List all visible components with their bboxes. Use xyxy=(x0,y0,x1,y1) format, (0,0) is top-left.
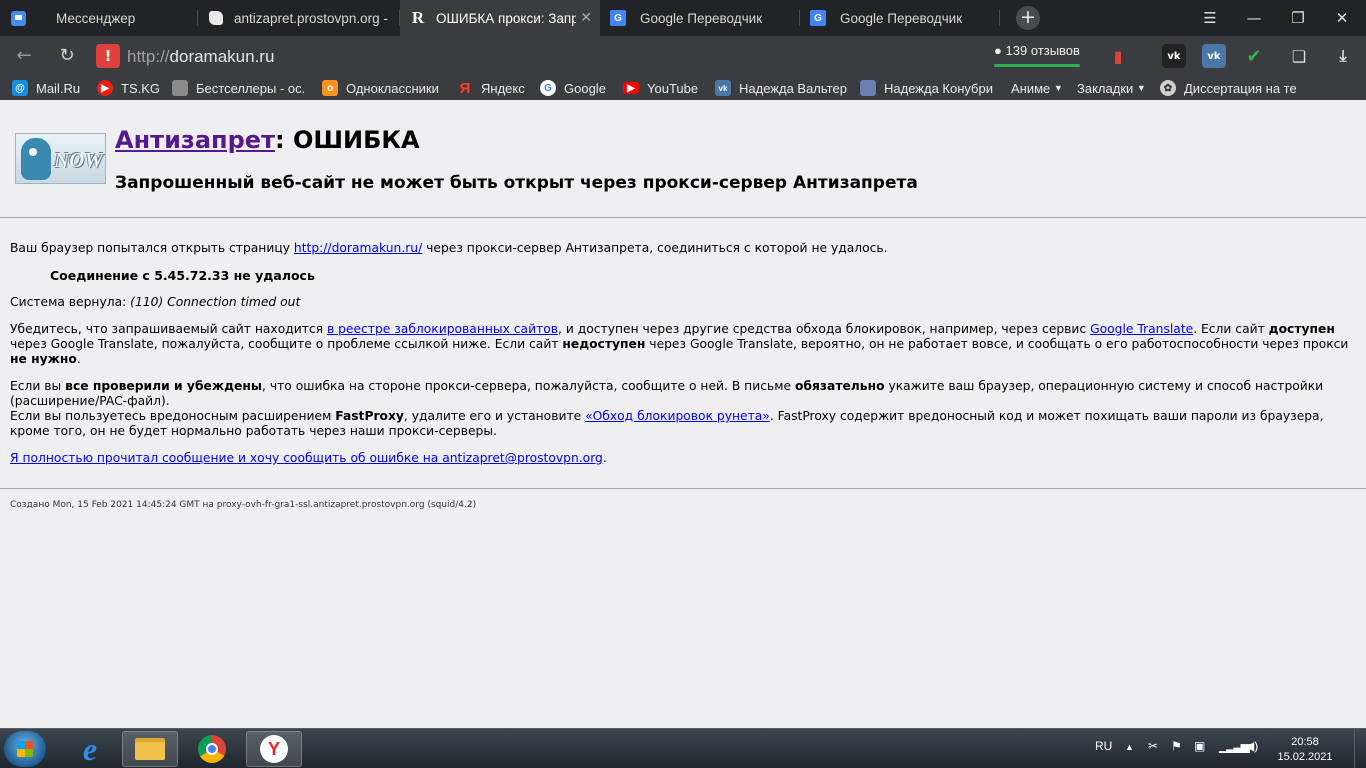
internet-explorer-icon[interactable]: e xyxy=(62,731,118,767)
dropdown-arrow-icon: ▼ xyxy=(1053,83,1063,93)
warning-icon[interactable]: ! xyxy=(96,44,120,68)
paragraph-system: Система вернула: (110) Connection timed … xyxy=(10,295,301,309)
windows-taskbar: e Y RU ▲ ✂ ⚑ ▣ ▁▂▃▅ ◀) 20:58 15.02.2021 xyxy=(0,728,1366,768)
bookmark-nadezhda-konubri[interactable]: Надежда Конубри xyxy=(860,79,994,97)
close-tab-icon[interactable]: ✕ xyxy=(580,9,592,26)
speech-bubble-icon: ● xyxy=(994,43,1002,58)
footer-text: Создано Mon, 15 Feb 2021 14:45:24 GMT на… xyxy=(10,500,477,510)
book-icon xyxy=(172,80,188,96)
r-icon: R xyxy=(411,8,425,27)
google-translate-icon: G xyxy=(610,10,626,26)
shield-check-icon[interactable]: ✔ xyxy=(1242,44,1266,68)
page-title: Антизапрет: ОШИБКА xyxy=(115,126,420,154)
bypass-extension-link[interactable]: «Обход блокировок рунета» xyxy=(585,409,770,423)
play-icon: ▶ xyxy=(97,80,113,96)
clock[interactable]: 20:58 15.02.2021 xyxy=(1270,735,1340,765)
page-content: NOW Антизапрет: ОШИБКА Запрошенный веб-с… xyxy=(0,100,1366,728)
reviews-button[interactable]: ● 139 отзывов xyxy=(990,43,1084,67)
bookmark-google[interactable]: G Google xyxy=(540,79,606,97)
tab-title: Google Переводчик xyxy=(640,10,763,26)
back-icon[interactable]: ← xyxy=(12,44,36,68)
squid-icon xyxy=(21,138,51,180)
tab-title: Мессенджер xyxy=(56,10,136,26)
google-icon: G xyxy=(540,80,556,96)
vk-icon[interactable]: vk xyxy=(1162,44,1186,68)
bookmark-folder-anime[interactable]: Аниме ▼ xyxy=(1011,79,1063,97)
download-icon[interactable]: ⤓ xyxy=(1331,44,1355,68)
paragraph-report-link: Я полностью прочитал сообщение и хочу со… xyxy=(10,451,607,465)
page-subtitle: Запрошенный веб-сайт не может быть откры… xyxy=(115,173,918,193)
shield-icon xyxy=(860,80,876,96)
bookmark-folder-bookmarks[interactable]: Закладки ▼ xyxy=(1077,79,1146,97)
tab-title: ОШИБКА прокси: Запро xyxy=(436,10,576,26)
messenger-icon xyxy=(10,10,26,26)
bookmark-youtube[interactable]: ▶ YouTube xyxy=(623,79,698,97)
volume-icon[interactable]: ◀) xyxy=(1245,739,1258,753)
signal-icon[interactable]: ▁▂▃▅ xyxy=(1219,739,1250,753)
action-center-flag-icon[interactable]: ⚑ xyxy=(1171,739,1182,753)
bookmark-bestsellers[interactable]: Бестселлеры - ос.l xyxy=(172,79,305,97)
bookmark-mailru[interactable]: @ Mail.Ru xyxy=(12,79,80,97)
collections-icon[interactable]: ❏ xyxy=(1287,44,1311,68)
language-indicator[interactable]: RU xyxy=(1095,739,1112,753)
chrome-icon[interactable] xyxy=(184,731,240,767)
bookmark-yandex[interactable]: Я Яндекс xyxy=(457,79,525,97)
report-error-link[interactable]: Я полностью прочитал сообщение и хочу со… xyxy=(10,451,603,465)
tab-google-translate-1[interactable]: G Google Переводчик xyxy=(600,0,800,36)
divider xyxy=(0,488,1366,489)
connection-failed-text: Соединение с 5.45.72.33 не удалось xyxy=(50,268,315,283)
url-field[interactable]: http://doramakun.ru xyxy=(127,47,274,67)
google-translate-icon: G xyxy=(810,10,826,26)
bookmark-flag-icon[interactable]: ▮ xyxy=(1106,44,1130,68)
tab-messenger[interactable]: Мессенджер xyxy=(0,0,198,36)
close-window-icon[interactable]: ✕ xyxy=(1320,0,1364,36)
blocked-registry-link[interactable]: в реестре заблокированных сайтов xyxy=(327,322,558,336)
bookmark-odnoklassniki[interactable]: о Одноклассники xyxy=(322,79,439,97)
yandex-browser-icon[interactable]: Y xyxy=(246,731,302,767)
tab-antizapret[interactable]: antizapret.prostovpn.org - xyxy=(198,0,400,36)
youtube-icon: ▶ xyxy=(623,82,639,94)
show-hidden-icons-icon[interactable]: ▲ xyxy=(1125,742,1134,752)
mailru-icon: @ xyxy=(12,80,28,96)
requested-url-link[interactable]: http://doramakun.ru/ xyxy=(294,241,422,255)
squid-now-logo: NOW xyxy=(15,133,106,184)
start-button[interactable] xyxy=(4,731,46,767)
paragraph-check: Убедитесь, что запрашиваемый сайт находи… xyxy=(10,322,1349,366)
bookmarks-bar: @ Mail.Ru ▶ TS.KG Бестселлеры - ос.l о Одно… xyxy=(0,76,1366,100)
divider xyxy=(0,217,1366,218)
tab-google-translate-2[interactable]: G Google Переводчик xyxy=(800,0,1000,36)
show-desktop-button[interactable] xyxy=(1354,729,1366,768)
tab-title: Google Переводчик xyxy=(840,10,963,26)
google-translate-link[interactable]: Google Translate xyxy=(1090,322,1193,336)
bookmark-vk-nadezhda[interactable]: vk Надежда Вальтер xyxy=(715,79,847,97)
vk-extension-icon[interactable]: vk xyxy=(1202,44,1226,68)
ok-icon: о xyxy=(322,80,338,96)
dropdown-arrow-icon: ▼ xyxy=(1136,83,1146,93)
hand-icon xyxy=(208,10,224,26)
paragraph-report-info: Если вы все проверили и убеждены, что ош… xyxy=(10,379,1324,438)
minimize-icon[interactable]: — xyxy=(1232,0,1276,36)
bookmark-tskg[interactable]: ▶ TS.KG xyxy=(97,79,160,97)
bookmark-dissertation[interactable]: ✿ Диссертация на те xyxy=(1160,79,1296,97)
vk-icon: vk xyxy=(715,80,731,96)
antizapret-link[interactable]: Антизапрет xyxy=(115,126,275,154)
file-explorer-icon[interactable] xyxy=(122,731,178,767)
yandex-icon: Я xyxy=(459,79,471,97)
reload-icon[interactable]: ↻ xyxy=(55,44,79,68)
tab-bar: Мессенджер antizapret.prostovpn.org - R … xyxy=(0,0,1366,36)
device-icon[interactable]: ▣ xyxy=(1194,739,1205,753)
new-tab-button[interactable]: + xyxy=(1016,6,1040,30)
paragraph-request: Ваш браузер попытался открыть страницу h… xyxy=(10,241,888,255)
tab-proxy-error[interactable]: R ОШИБКА прокси: Запро ✕ xyxy=(400,0,600,36)
tab-title: antizapret.prostovpn.org - xyxy=(234,10,388,26)
network-tools-icon[interactable]: ✂ xyxy=(1148,739,1158,753)
error-content: Ваш браузер попытался открыть страницу h… xyxy=(10,241,1356,478)
menu-icon[interactable]: ☰ xyxy=(1188,0,1232,36)
restore-icon[interactable]: ❐ xyxy=(1276,0,1320,36)
paw-icon: ✿ xyxy=(1160,80,1176,96)
